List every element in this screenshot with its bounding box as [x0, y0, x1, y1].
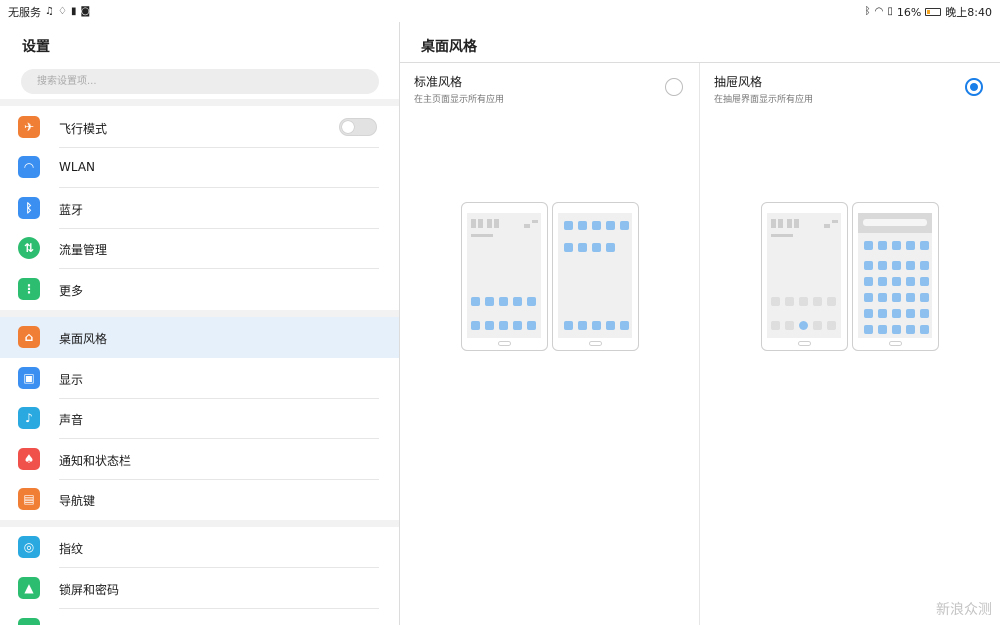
sidebar-item-label: 指纹: [59, 542, 84, 556]
sidebar-item-display[interactable]: ▣ 显示: [0, 359, 399, 399]
battery-icon: [925, 8, 942, 16]
sidebar-item-label: 通知和状态栏: [59, 454, 132, 468]
sidebar-item-label: 桌面风格: [59, 332, 108, 346]
data-usage-icon: ⇅: [18, 237, 40, 259]
standard-style-radio[interactable]: [665, 78, 683, 96]
sidebar-item-label: 锁屏和密码: [59, 583, 120, 597]
sidebar-item-data-usage[interactable]: ⇅ 流量管理: [0, 229, 399, 269]
standard-phone-preview-2: [552, 202, 639, 351]
wifi-status-icon: ◠: [874, 6, 884, 17]
sidebar-item-wlan[interactable]: ◠ WLAN: [0, 148, 399, 188]
battery-percent: 16%: [896, 5, 922, 19]
sidebar-item-label: 流量管理: [59, 243, 108, 257]
sidebar-item-label: 蓝牙: [59, 203, 84, 217]
sim-icon: ▯: [887, 6, 893, 17]
sound-icon: ♪: [18, 407, 40, 429]
option-subtitle: 在抽屉界面显示所有应用: [714, 95, 814, 105]
partial-icon: [18, 618, 40, 625]
sidebar-item-lock-screen[interactable]: ▲ 锁屏和密码: [0, 569, 399, 609]
music-icon: ♫: [45, 6, 54, 17]
watermark: 新浪众测: [936, 602, 992, 618]
display-icon: ▣: [18, 367, 40, 389]
page-title: 桌面风格: [421, 39, 477, 55]
carrier-status: 无服务: [8, 6, 41, 19]
airplane-icon: ✈: [18, 116, 40, 138]
notification-icon: ♢: [57, 6, 67, 17]
sidebar-item-label: 更多: [59, 284, 84, 298]
sidebar-item-more[interactable]: ⋮ 更多: [0, 270, 399, 310]
sidebar-item-navigation-keys[interactable]: ▤ 导航键: [0, 480, 399, 520]
sidebar-item-partial[interactable]: [0, 610, 399, 625]
option-drawer-style[interactable]: 抽屉风格 在抽屉界面显示所有应用: [700, 63, 999, 625]
battery-alert-icon: ▮: [70, 6, 77, 17]
app-icon: ◙: [80, 6, 91, 17]
sidebar-item-label: 声音: [59, 413, 84, 427]
clock: 晚上8:40: [945, 6, 992, 19]
drawer-style-radio[interactable]: [965, 78, 983, 96]
sidebar-item-notifications[interactable]: ♠ 通知和状态栏: [0, 440, 399, 480]
drawer-phone-preview-2: [852, 202, 939, 351]
bell-icon: ♠: [18, 448, 40, 470]
drawer-phone-preview-1: [761, 202, 848, 351]
status-bar: 无服务 ♫ ♢ ▮ ◙ ᛒ ◠ ▯ 16% 晚上8:40: [0, 0, 1000, 22]
fingerprint-icon: ◎: [18, 536, 40, 558]
sidebar-item-label: 显示: [59, 373, 84, 387]
option-standard-style[interactable]: 标准风格 在主页面显示所有应用: [400, 63, 699, 625]
sidebar-item-airplane-mode[interactable]: ✈ 飞行模式: [0, 108, 399, 148]
home-icon: ⌂: [18, 326, 40, 348]
lock-icon: ▲: [18, 577, 40, 599]
sidebar-item-bluetooth[interactable]: ᛒ 蓝牙: [0, 189, 399, 229]
option-subtitle: 在主页面显示所有应用: [414, 95, 505, 105]
section-divider: [0, 99, 399, 106]
bluetooth-icon: ᛒ: [18, 197, 40, 219]
sidebar-item-desktop-style[interactable]: ⌂ 桌面风格: [0, 317, 399, 358]
sidebar-item-label: WLAN: [59, 160, 96, 174]
sidebar-title: 设置: [22, 39, 50, 55]
bluetooth-status-icon: ᛒ: [864, 6, 871, 17]
airplane-mode-toggle[interactable]: [339, 118, 377, 136]
more-icon: ⋮: [18, 278, 40, 300]
sidebar-item-fingerprint[interactable]: ◎ 指纹: [0, 528, 399, 568]
sidebar-item-label: 飞行模式: [59, 122, 108, 136]
section-divider: [0, 520, 399, 527]
sidebar-item-label: 导航键: [59, 494, 96, 508]
standard-phone-preview-1: [461, 202, 548, 351]
search-input[interactable]: 搜索设置项...: [21, 69, 379, 94]
wifi-icon: ◠: [18, 156, 40, 178]
section-divider: [0, 310, 399, 317]
desktop-style-pane: 桌面风格 标准风格 在主页面显示所有应用 抽屉风格 在抽屉界面显示所有应用: [400, 22, 1000, 625]
sidebar-item-sound[interactable]: ♪ 声音: [0, 399, 399, 439]
settings-sidebar: 设置 搜索设置项... ✈ 飞行模式 ◠ WLAN ᛒ 蓝牙 ⇅ 流量管理 ⋮ …: [0, 22, 399, 625]
option-title: 标准风格: [414, 75, 463, 89]
navigation-keys-icon: ▤: [18, 488, 40, 510]
option-title: 抽屉风格: [714, 75, 763, 89]
